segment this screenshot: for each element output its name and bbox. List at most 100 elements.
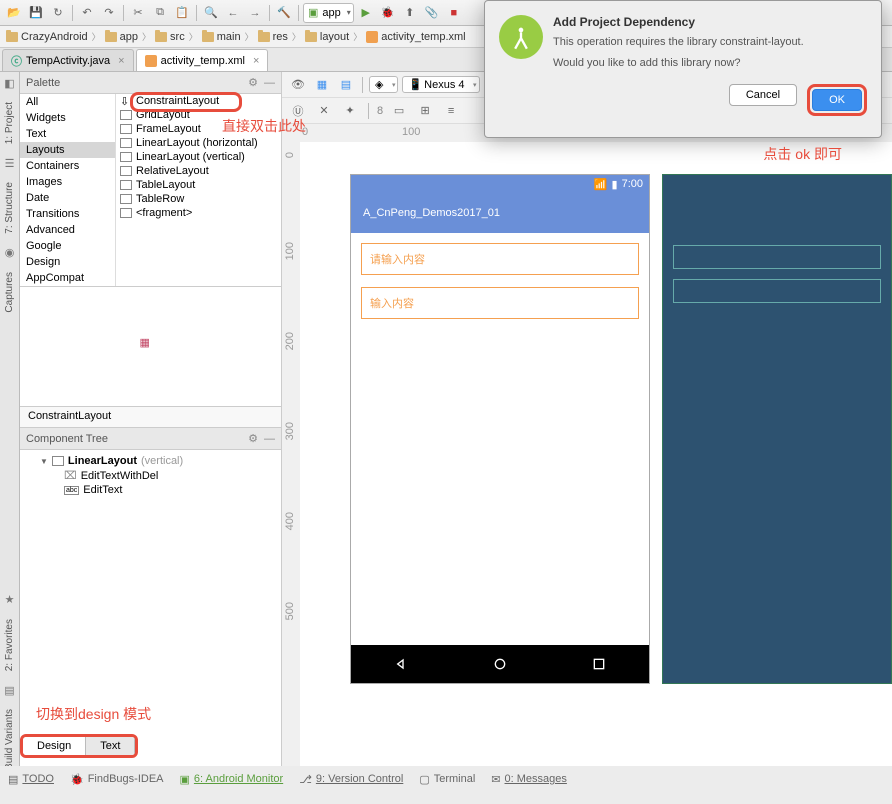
run-config-combo[interactable]: ▣ app (303, 3, 354, 23)
side-tab-favorites[interactable]: 2: Favorites (4, 611, 15, 679)
clear-icon[interactable]: ✕ (314, 101, 334, 121)
attach-icon[interactable]: 📎 (422, 3, 442, 23)
status-messages[interactable]: ✉ 0: Messages (491, 773, 567, 786)
hide-icon[interactable]: — (264, 433, 275, 445)
align-icon[interactable]: ≡ (441, 101, 461, 121)
status-findbugs[interactable]: 🐞 FindBugs-IDEA (70, 773, 164, 786)
cancel-button[interactable]: Cancel (729, 84, 797, 106)
side-tab-project[interactable]: 1: Project (4, 94, 15, 152)
run-icon[interactable]: ▶ (356, 3, 376, 23)
pal-cat-google[interactable]: Google (20, 238, 115, 254)
cut-icon[interactable]: ✂ (128, 3, 148, 23)
pal-cat-layouts[interactable]: Layouts (20, 142, 115, 158)
margin-value[interactable]: 8 (377, 105, 383, 117)
pal-item-linearh[interactable]: LinearLayout (horizontal) (116, 136, 281, 150)
crumb-project[interactable]: CrazyAndroid (4, 31, 90, 43)
paste-icon[interactable]: 📋 (172, 3, 192, 23)
pal-cat-widgets[interactable]: Widgets (20, 110, 115, 126)
gear-icon[interactable]: ⚙ (248, 76, 258, 89)
blueprint-preview[interactable] (662, 174, 892, 684)
side-tab-captures[interactable]: Captures (4, 264, 15, 321)
open-icon[interactable]: 📂 (4, 3, 24, 23)
side-tab-structure[interactable]: 7: Structure (4, 174, 15, 242)
redo-icon[interactable]: ↷ (99, 3, 119, 23)
status-version-control[interactable]: ⎇ 9: Version Control (299, 773, 403, 786)
tree-row-child[interactable]: abc EditText (24, 483, 277, 497)
infer-icon[interactable]: ✦ (340, 101, 360, 121)
device-preview[interactable]: 📶 ▮ 7:00 A_CnPeng_Demos2017_01 请输入内容 输入内… (350, 174, 650, 684)
back-icon[interactable]: ← (223, 3, 243, 23)
captures-tool-icon[interactable]: ◉ (3, 246, 17, 260)
orientation-combo[interactable]: ◈ (369, 76, 398, 93)
pal-item-fragment[interactable]: <fragment> (116, 206, 281, 220)
undo-icon[interactable]: ↶ (77, 3, 97, 23)
save-icon[interactable]: 💾 (26, 3, 46, 23)
sync-icon[interactable]: ↻ (48, 3, 68, 23)
tab-design-mode[interactable]: Design (23, 737, 86, 755)
design-editor: 👁 ▦ ▤ ◈ 📱Nexus 4 ▣25 Ⓤ ✕ ✦ 8 ▭ ⊞ ≡ 01002… (282, 72, 892, 778)
component-tree: ▼ LinearLayout (vertical) ⌧ EditTextWith… (20, 450, 281, 778)
crumb-layout[interactable]: layout (303, 31, 351, 43)
copy-icon[interactable]: ⧉ (150, 3, 170, 23)
pack-icon[interactable]: ⊞ (415, 101, 435, 121)
pal-cat-all[interactable]: All (20, 94, 115, 110)
pal-item-linearv[interactable]: LinearLayout (vertical) (116, 150, 281, 164)
layout-view-icon[interactable]: ▦ (312, 75, 332, 95)
status-todo[interactable]: ▤ TODO (8, 773, 54, 786)
preview-input-2[interactable]: 输入内容 (361, 287, 639, 319)
blueprint-icon[interactable]: ▤ (336, 75, 356, 95)
layout-icon (120, 110, 132, 120)
eye-icon[interactable]: 👁 (288, 75, 308, 95)
caret-down-icon[interactable]: ▼ (40, 457, 48, 466)
crumb-file[interactable]: activity_temp.xml (364, 31, 467, 43)
preview-input-1[interactable]: 请输入内容 (361, 243, 639, 275)
favorites-tool-icon[interactable]: ★ (3, 593, 17, 607)
pal-cat-appcompat[interactable]: AppCompat (20, 270, 115, 286)
preview-navbar (351, 645, 649, 683)
close-icon[interactable]: × (253, 55, 259, 67)
structure-tool-icon[interactable]: ☰ (3, 156, 17, 170)
pal-cat-transitions[interactable]: Transitions (20, 206, 115, 222)
preview-statusbar: 📶 ▮ 7:00 (351, 175, 649, 193)
tree-row-root[interactable]: ▼ LinearLayout (vertical) (24, 454, 277, 468)
find-icon[interactable]: 🔍 (201, 3, 221, 23)
pal-cat-text[interactable]: Text (20, 126, 115, 142)
tab-activitytemp[interactable]: activity_temp.xml × (136, 49, 269, 71)
pal-item-tablelayout[interactable]: TableLayout (116, 178, 281, 192)
variants-tool-icon[interactable]: ▤ (3, 683, 17, 697)
pal-cat-date[interactable]: Date (20, 190, 115, 206)
hide-icon[interactable]: — (264, 77, 275, 89)
preview-time: 7:00 (622, 178, 643, 190)
pal-item-relativelayout[interactable]: RelativeLayout (116, 164, 281, 178)
stop-icon[interactable]: ■ (444, 3, 464, 23)
status-terminal[interactable]: ▢ Terminal (419, 773, 475, 786)
gear-icon[interactable]: ⚙ (248, 432, 258, 445)
pal-item-tablerow[interactable]: TableRow (116, 192, 281, 206)
pal-cat-images[interactable]: Images (20, 174, 115, 190)
ok-button[interactable]: OK (812, 89, 862, 111)
folder-icon (202, 32, 214, 42)
pal-item-constraintlayout[interactable]: ⇩ConstraintLayout (116, 94, 281, 108)
make-icon[interactable]: 🔨 (274, 3, 294, 23)
crumb-res[interactable]: res (256, 31, 290, 43)
profile-icon[interactable]: ⬆ (400, 3, 420, 23)
pal-cat-containers[interactable]: Containers (20, 158, 115, 174)
design-canvas[interactable]: 0100200300400500 📶 ▮ 7:00 A_CnPeng_Demos… (282, 142, 892, 778)
tree-row-child[interactable]: ⌧ EditTextWithDel (24, 468, 277, 483)
forward-icon[interactable]: → (245, 3, 265, 23)
crumb-main[interactable]: main (200, 31, 243, 43)
tab-text-mode[interactable]: Text (86, 737, 135, 755)
device-combo[interactable]: 📱Nexus 4 (402, 76, 479, 93)
tab-tempactivity[interactable]: ⓒ TempActivity.java × (2, 49, 134, 71)
debug-icon[interactable]: 🐞 (378, 3, 398, 23)
wifi-icon: 📶 (594, 178, 608, 191)
project-tool-icon[interactable]: ◧ (3, 76, 17, 90)
crumb-src[interactable]: src (153, 31, 187, 43)
pal-cat-design[interactable]: Design (20, 254, 115, 270)
status-android-monitor[interactable]: ▣ 6: Android Monitor (180, 773, 284, 786)
java-icon: ⓒ (11, 53, 22, 69)
close-icon[interactable]: × (118, 55, 124, 67)
crumb-app[interactable]: app (103, 31, 140, 43)
pal-cat-advanced[interactable]: Advanced (20, 222, 115, 238)
margin-icon[interactable]: ▭ (389, 101, 409, 121)
